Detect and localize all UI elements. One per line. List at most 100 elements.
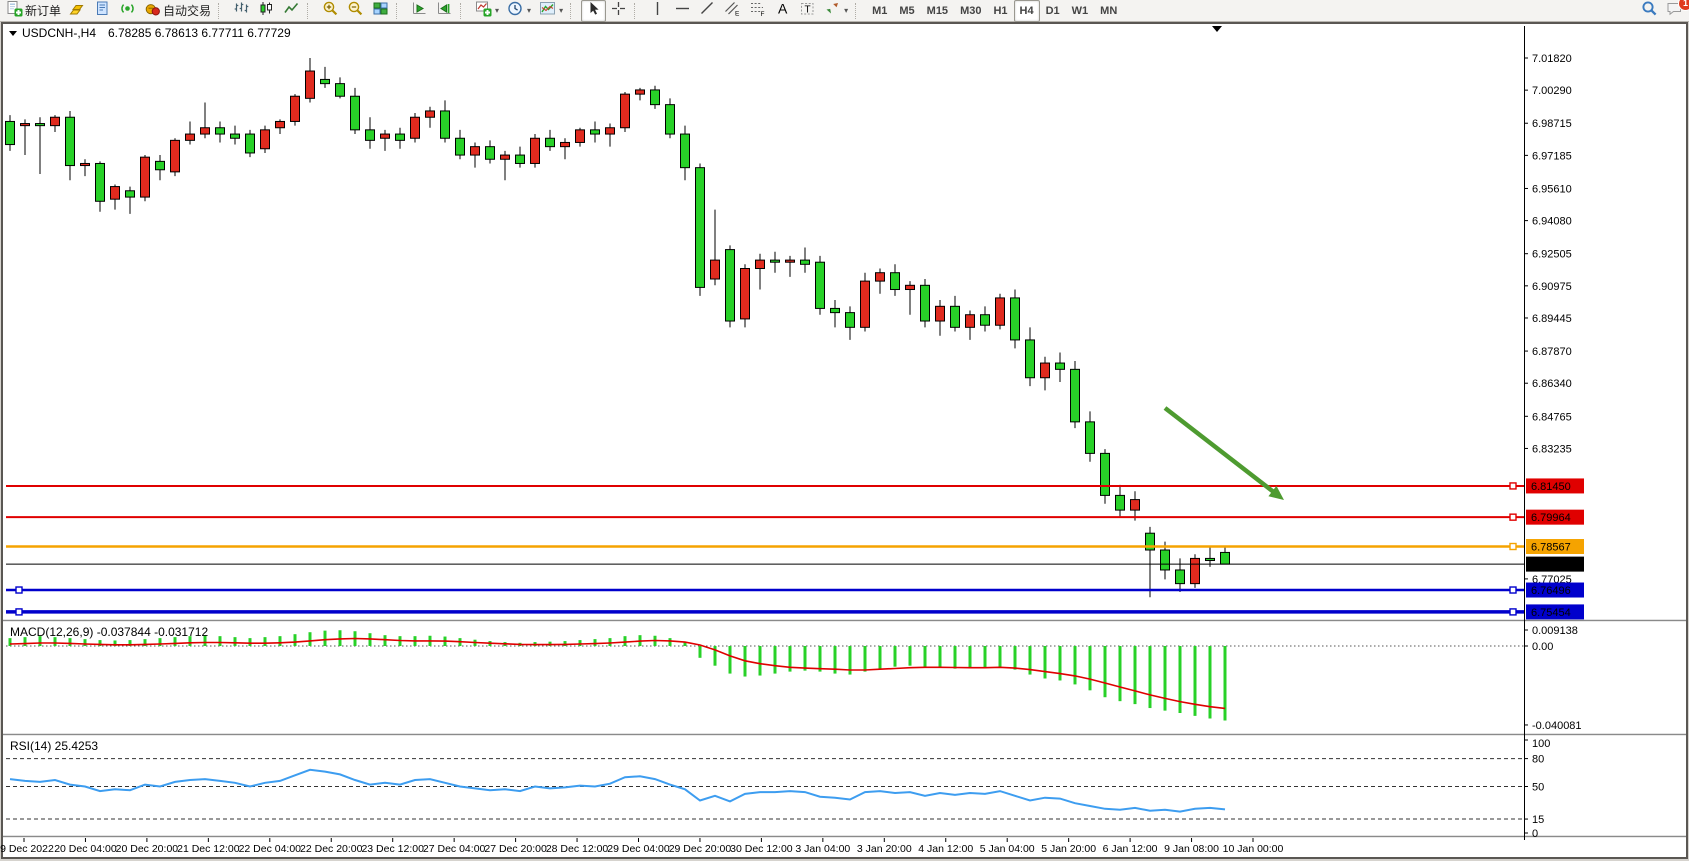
candlestick	[1011, 298, 1020, 340]
toolbar-group	[581, 0, 631, 22]
text-button[interactable]: A	[770, 0, 795, 22]
fibonacci-button[interactable]: F	[745, 0, 770, 22]
search-button[interactable]	[1637, 0, 1662, 22]
line-handle[interactable]	[1510, 587, 1516, 593]
candlestick	[396, 134, 405, 140]
price-axis-label: 6.97185	[1532, 150, 1572, 162]
line-chart-icon	[283, 0, 300, 22]
candlestick	[261, 130, 270, 149]
dropdown-caret-icon[interactable]: ▾	[527, 6, 531, 15]
time-axis-label: 10 Jan 00:00	[1223, 843, 1284, 855]
time-axis-label: 4 Jan 12:00	[918, 843, 973, 855]
line-handle[interactable]	[16, 609, 22, 615]
dropdown-caret-icon[interactable]: ▾	[495, 6, 499, 15]
application-window: 新订单 自动交易 ▾ ▾ ▾ E FAT ▾ M1M5M15M30H1H4D1W1MN 1 7.0…	[0, 0, 1689, 861]
line-handle[interactable]	[1510, 609, 1516, 615]
arrows-button[interactable]: ▾	[820, 0, 852, 22]
candlestick	[681, 134, 690, 168]
toolbar-group	[407, 0, 457, 22]
candlestick	[1071, 369, 1080, 422]
candlestick	[6, 121, 15, 144]
bars-chart-icon	[233, 0, 250, 22]
new-chart-button[interactable]: ▾	[471, 0, 503, 22]
candlestick	[186, 134, 195, 140]
candlestick	[291, 96, 300, 121]
toolbar-group: 新订单 自动交易	[2, 0, 215, 22]
line-handle[interactable]	[1510, 514, 1516, 520]
candlestick	[981, 315, 990, 326]
candlestick	[576, 130, 585, 143]
tile-windows-button[interactable]	[368, 0, 393, 22]
svg-text:E: E	[735, 10, 740, 17]
vertical-line-button[interactable]	[645, 0, 670, 22]
auto-scroll-icon	[411, 0, 428, 22]
candlestick	[561, 142, 570, 146]
zoom-out-button[interactable]	[343, 0, 368, 22]
timeframe-W1-button[interactable]: W1	[1066, 0, 1095, 22]
candlestick	[36, 124, 45, 126]
bars-chart-button[interactable]	[229, 0, 254, 22]
toolbar-separator	[396, 3, 403, 19]
cursor-button[interactable]	[581, 0, 606, 22]
chart-shift-button[interactable]	[432, 0, 457, 22]
candlestick	[801, 260, 810, 264]
line-handle[interactable]	[1510, 483, 1516, 489]
timeframe-M15-button[interactable]: M15	[921, 0, 954, 22]
rsi-axis-label: 100	[1532, 738, 1550, 750]
candlestick	[426, 111, 435, 117]
dropdown-caret-icon[interactable]: ▾	[559, 6, 563, 15]
candlestick	[501, 155, 510, 159]
line-handle[interactable]	[16, 587, 22, 593]
timeframe-MN-button[interactable]: MN	[1094, 0, 1123, 22]
candlestick	[456, 138, 465, 155]
line-chart-button[interactable]	[279, 0, 304, 22]
data-window-button[interactable]	[90, 0, 115, 22]
timeframe-H4-button[interactable]: H4	[1014, 0, 1040, 22]
candlestick	[696, 168, 705, 288]
autotrading-button[interactable]: 自动交易	[140, 0, 215, 22]
dropdown-caret-icon[interactable]: ▾	[844, 6, 848, 15]
zoom-in-button[interactable]	[318, 0, 343, 22]
candlestick	[636, 90, 645, 94]
toolbar-separator	[634, 3, 641, 19]
timeframe-H1-button[interactable]: H1	[987, 0, 1013, 22]
market-watch-button[interactable]	[65, 0, 90, 22]
toolbar-group: ▾ ▾ ▾	[471, 0, 567, 22]
navigator-button[interactable]	[115, 0, 140, 22]
notifications-button[interactable]: 1	[1662, 0, 1687, 22]
arrows-icon	[824, 0, 841, 22]
candlestick	[921, 285, 930, 321]
text-icon: A	[774, 0, 791, 22]
label-icon: T	[799, 0, 816, 22]
equidistant-channel-button[interactable]: E	[720, 0, 745, 22]
candles-chart-button[interactable]	[254, 0, 279, 22]
trendline-icon	[699, 0, 716, 22]
price-axis-label: 6.84765	[1532, 411, 1572, 423]
timeframe-M30-button[interactable]: M30	[954, 0, 987, 22]
new-order-button[interactable]: 新订单	[2, 0, 65, 22]
time-axis-label: 19 Dec 2022	[0, 843, 54, 855]
price-axis-label: 7.00290	[1532, 85, 1572, 97]
candlestick	[1101, 453, 1110, 495]
templates-button[interactable]: ▾	[535, 0, 567, 22]
crosshair-button[interactable]	[606, 0, 631, 22]
new-chart-icon	[475, 0, 492, 22]
zoom-out-icon	[347, 0, 364, 22]
timeframe-M1-button[interactable]: M1	[866, 0, 893, 22]
timeframe-M5-button[interactable]: M5	[893, 0, 920, 22]
trendline-button[interactable]	[695, 0, 720, 22]
text-label-button[interactable]: T	[795, 0, 820, 22]
timeframe-D1-button[interactable]: D1	[1040, 0, 1066, 22]
line-handle[interactable]	[1510, 544, 1516, 550]
candlestick	[81, 163, 90, 165]
periods-button[interactable]: ▾	[503, 0, 535, 22]
time-axis-label: 27 Dec 04:00	[423, 843, 486, 855]
horizontal-line-button[interactable]	[670, 0, 695, 22]
period-clock-icon	[507, 0, 524, 22]
time-axis-label: 9 Jan 08:00	[1164, 843, 1219, 855]
time-axis-label: 20 Dec 20:00	[116, 843, 179, 855]
fibonacci-icon: F	[749, 0, 766, 22]
rsi-axis-label: 15	[1532, 814, 1544, 826]
time-axis-label: 3 Jan 04:00	[795, 843, 850, 855]
auto-scroll-button[interactable]	[407, 0, 432, 22]
